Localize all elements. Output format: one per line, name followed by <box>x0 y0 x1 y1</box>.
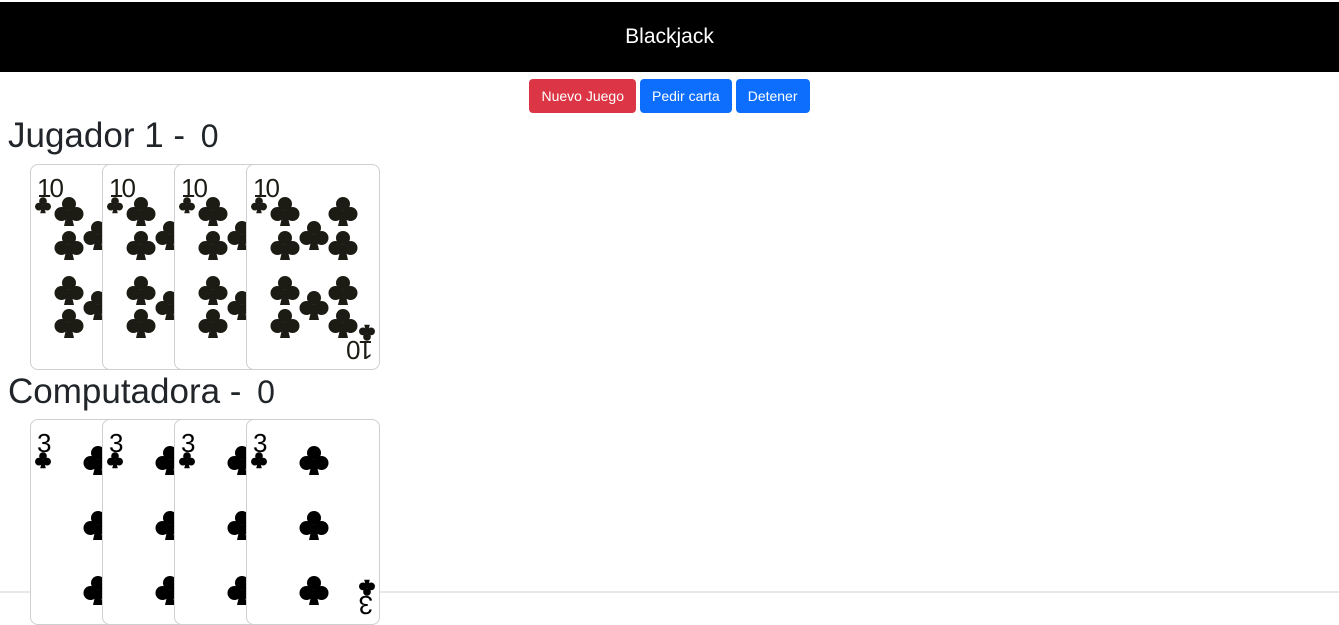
new-game-button[interactable]: Nuevo Juego <box>529 79 636 113</box>
playing-card: 3 3 <box>246 419 380 625</box>
playing-card: 10 <box>246 164 380 370</box>
app-header: Blackjack <box>0 2 1339 72</box>
hit-button[interactable]: Pedir carta <box>640 79 732 113</box>
player-score: 0 <box>200 118 219 154</box>
player-heading: Jugador 1 - 0 <box>8 116 219 156</box>
player-hand: 10 10 10 10 10 <box>30 164 390 370</box>
app-title: Blackjack <box>625 25 714 48</box>
computer-name: Computadora - <box>8 372 252 411</box>
computer-heading: Computadora - 0 <box>8 372 275 412</box>
club-icon: 3 3 <box>251 428 375 620</box>
game-toolbar: Nuevo Juego Pedir carta Detener <box>0 79 1339 113</box>
computer-hand: 3 3 3 3 3 <box>30 419 390 625</box>
club-icon: 10 <box>251 173 375 365</box>
computer-score: 0 <box>257 374 275 410</box>
stand-button[interactable]: Detener <box>735 79 810 113</box>
player-name: Jugador 1 - <box>8 116 195 155</box>
